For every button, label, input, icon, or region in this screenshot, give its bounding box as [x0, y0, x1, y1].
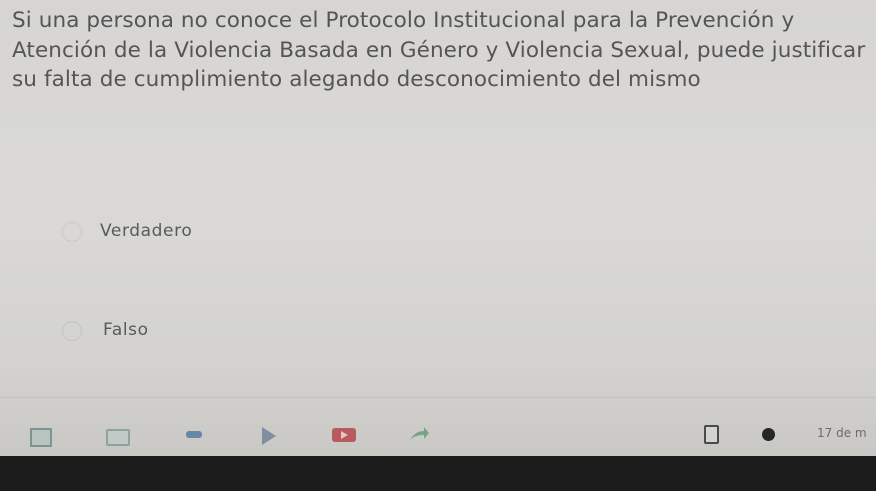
play-icon[interactable]: [262, 427, 276, 445]
flag-icon[interactable]: [704, 425, 719, 444]
option-verdadero[interactable]: Verdadero: [100, 221, 192, 241]
quiz-screen: Si una persona no conoce el Protocolo In…: [0, 0, 876, 456]
film-icon[interactable]: [106, 429, 130, 446]
square-icon[interactable]: [30, 428, 52, 447]
toolbar-divider: [0, 397, 876, 398]
option-falso[interactable]: Falso: [103, 320, 149, 340]
bottom-toolbar: 17 de m: [0, 400, 876, 456]
radio-false[interactable]: [62, 321, 82, 341]
chat-icon[interactable]: [186, 431, 202, 438]
share-icon[interactable]: [408, 424, 430, 444]
question-text: Si una persona no conoce el Protocolo In…: [12, 8, 866, 92]
radio-true[interactable]: [62, 222, 82, 242]
video-icon[interactable]: [332, 428, 356, 442]
help-icon[interactable]: [762, 428, 775, 441]
page-count: 17 de m: [817, 426, 867, 440]
monitor-bezel: [0, 456, 876, 491]
